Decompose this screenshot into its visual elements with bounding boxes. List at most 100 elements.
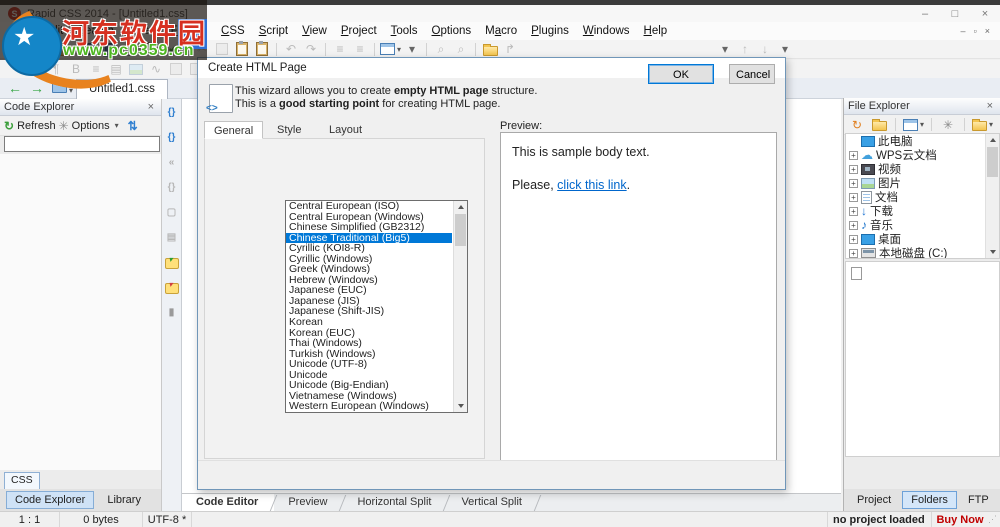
view-tab-preview[interactable]: Preview xyxy=(274,494,343,511)
menu-format[interactable]: Format xyxy=(164,23,214,39)
encoding-option[interactable]: Central European (Windows) xyxy=(286,212,452,223)
css-node-chip[interactable]: CSS xyxy=(4,472,40,490)
view-tab-horizontal-split[interactable]: Horizontal Split xyxy=(343,494,447,511)
mdi-restore-button[interactable]: ▫ xyxy=(974,26,977,36)
expand-icon[interactable]: + xyxy=(849,220,858,230)
expand-icon[interactable]: + xyxy=(849,206,858,216)
tree-item[interactable]: 此电脑 xyxy=(846,134,999,148)
ok-button[interactable]: OK xyxy=(648,64,714,84)
export-icon[interactable] xyxy=(122,41,140,57)
mdi-close-button[interactable]: × xyxy=(985,26,990,36)
menu-file[interactable]: File xyxy=(4,23,37,39)
forward-icon[interactable]: → xyxy=(30,80,44,96)
open-icon[interactable]: ▾ xyxy=(59,41,80,57)
refresh-button[interactable]: Refresh xyxy=(17,120,56,132)
encoding-option[interactable]: Korean (EUC) xyxy=(286,328,452,339)
encoding-option[interactable]: Japanese (Shift-JIS) xyxy=(286,306,452,317)
tree-item[interactable]: + ☁ WPS云文档 xyxy=(846,148,999,162)
encoding-option[interactable]: Greek (Windows) xyxy=(286,264,452,275)
spellcheck-icon[interactable]: ✔ xyxy=(164,41,182,57)
tab-style[interactable]: Style xyxy=(268,121,310,139)
tree-item[interactable]: + 本地磁盘 (C:) xyxy=(846,246,999,258)
toolbar-overflow-icon[interactable]: ▾ xyxy=(403,41,421,57)
buy-now-link[interactable]: Buy Now xyxy=(932,512,988,527)
sort-icon[interactable]: ⇅ xyxy=(128,120,138,132)
expand-icon[interactable]: + xyxy=(849,234,858,244)
settings-gear-icon[interactable]: ✳ xyxy=(939,117,957,133)
tree-item[interactable]: + 视频 xyxy=(846,162,999,176)
braces-icon[interactable]: {} xyxy=(163,130,181,146)
tab-ftp[interactable]: FTP xyxy=(959,491,998,509)
split-view-icon[interactable]: ▾ xyxy=(380,41,401,57)
view-tab-code-editor[interactable]: Code Editor xyxy=(182,494,275,511)
encoding-option[interactable]: Hebrew (Windows) xyxy=(286,275,452,286)
file-list[interactable] xyxy=(845,261,1000,457)
tree-scrollbar[interactable] xyxy=(985,134,999,258)
view-columns-icon[interactable]: ▾ xyxy=(903,117,924,133)
tree-item[interactable]: + ↓ 下载 xyxy=(846,204,999,218)
tree-item[interactable]: + 图片 xyxy=(846,176,999,190)
scrollbar-thumb[interactable] xyxy=(455,214,466,246)
encoding-option[interactable]: Unicode xyxy=(286,370,452,381)
tab-library[interactable]: Library xyxy=(98,491,150,509)
menu-help[interactable]: Help xyxy=(637,23,675,39)
maximize-button[interactable]: □ xyxy=(940,8,970,20)
tree-item[interactable]: + 桌面 xyxy=(846,232,999,246)
close-icon[interactable]: × xyxy=(145,101,157,113)
expand-icon[interactable]: + xyxy=(849,192,858,202)
expand-icon[interactable]: + xyxy=(849,150,858,160)
menu-search[interactable]: Search xyxy=(70,23,120,39)
braces-add-icon[interactable]: {} xyxy=(163,105,181,121)
dropdown-caret-icon[interactable]: ▾ xyxy=(716,41,734,57)
tab-project[interactable]: Project xyxy=(848,491,900,509)
overflow-icon[interactable]: ▾ xyxy=(776,41,794,57)
scrollbar-thumb[interactable] xyxy=(987,147,998,177)
encoding-option[interactable]: Chinese Simplified (GB2312) xyxy=(286,222,452,233)
chevrons-icon[interactable]: « xyxy=(163,155,181,171)
menu-view[interactable]: View xyxy=(295,23,334,39)
encoding-option[interactable]: Unicode (UTF-8) xyxy=(286,359,452,370)
encoding-option[interactable]: Cyrillic (Windows) xyxy=(286,254,452,265)
encoding-option[interactable]: Central European (ISO) xyxy=(286,201,452,212)
resize-grip[interactable]: ⋰ xyxy=(988,514,1000,525)
options-button[interactable]: Options xyxy=(72,120,110,132)
scroll-up-icon[interactable] xyxy=(454,201,467,213)
minimize-button[interactable]: – xyxy=(910,8,940,20)
expand-icon[interactable]: + xyxy=(849,178,858,188)
tab-folders[interactable]: Folders xyxy=(902,491,957,509)
menu-edit[interactable]: Edit xyxy=(37,23,71,39)
code-explorer-filter-input[interactable] xyxy=(4,136,160,152)
encoding-option[interactable]: Turkish (Windows) xyxy=(286,349,452,360)
grid-icon[interactable]: ▤ xyxy=(163,230,181,246)
close-icon[interactable]: × xyxy=(984,100,996,112)
encoding-option[interactable]: Japanese (EUC) xyxy=(286,285,452,296)
braces-disabled-icon[interactable]: {} xyxy=(163,180,181,196)
collapse-icon[interactable]: ▮ xyxy=(163,305,181,321)
close-button[interactable]: × xyxy=(970,8,1000,20)
save-all-icon[interactable] xyxy=(102,41,120,57)
sample-link[interactable]: click this link xyxy=(557,178,626,192)
dropdown-scrollbar[interactable] xyxy=(453,201,467,412)
comment-icon[interactable]: ❝ xyxy=(7,61,25,77)
cancel-button[interactable]: Cancel xyxy=(729,64,775,84)
publish-folder-icon[interactable] xyxy=(481,41,499,57)
tab-layout[interactable]: Layout xyxy=(320,121,371,139)
menu-windows[interactable]: Windows xyxy=(576,23,637,39)
menu-css[interactable]: CSS xyxy=(214,23,252,39)
paste-icon[interactable] xyxy=(233,41,251,57)
view-tab-vertical-split[interactable]: Vertical Split xyxy=(447,494,538,511)
browse-folder-icon[interactable]: ▾ xyxy=(972,117,993,133)
encoding-option[interactable]: Japanese (JIS) xyxy=(286,296,452,307)
mdi-minimize-button[interactable]: – xyxy=(961,26,966,36)
encoding-option[interactable]: Vietnamese (Windows) xyxy=(286,391,452,402)
scroll-down-icon[interactable] xyxy=(986,246,999,258)
paste-special-icon[interactable] xyxy=(253,41,271,57)
tag-remove-icon[interactable] xyxy=(163,280,181,296)
encoding-option[interactable]: Cyrillic (KOI8-R) xyxy=(286,243,452,254)
tree-item[interactable]: + 文档 xyxy=(846,190,999,204)
document-tab[interactable]: Untitled1.css xyxy=(76,79,168,99)
encoding-option[interactable]: Unicode (Big-Endian) xyxy=(286,380,452,391)
encoding-option[interactable]: Korean xyxy=(286,317,452,328)
expand-icon[interactable]: + xyxy=(849,164,858,174)
new-folder-icon[interactable] xyxy=(870,117,888,133)
